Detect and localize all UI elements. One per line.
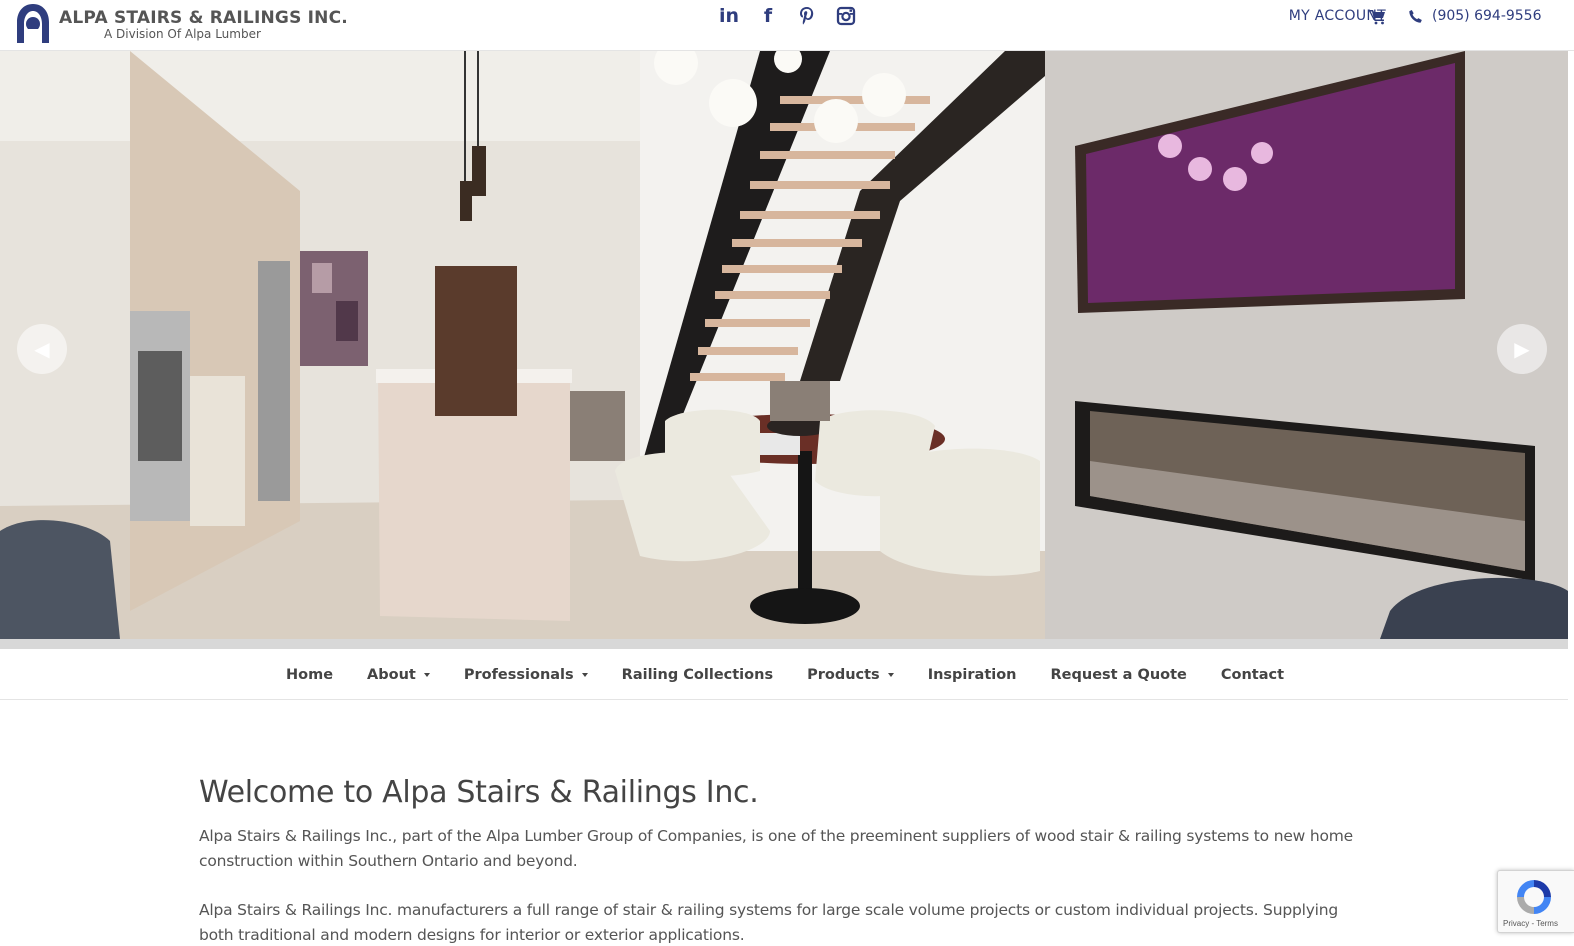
intro-paragraph: Alpa Stairs & Railings Inc., part of the… bbox=[199, 827, 1353, 870]
logo-mark-icon bbox=[17, 4, 49, 43]
phone-number[interactable]: (905) 694-9556 bbox=[1432, 8, 1542, 24]
recaptcha-terms: Privacy - Terms bbox=[1503, 919, 1558, 928]
nav-label: Professionals bbox=[463, 666, 574, 683]
facebook-icon[interactable]: f bbox=[757, 4, 779, 28]
brand-tagline: A Division Of Alpa Lumber bbox=[104, 27, 261, 41]
main-nav: Home About Professionals Railing Collect… bbox=[0, 649, 1568, 700]
page-title: Welcome to Alpa Stairs & Railings Inc. bbox=[199, 775, 759, 810]
instagram-icon[interactable] bbox=[835, 4, 857, 28]
linkedin-icon[interactable]: in bbox=[718, 4, 740, 28]
nav-label: Request a Quote bbox=[1050, 666, 1187, 683]
nav-item-railing-collections[interactable]: Railing Collections bbox=[622, 667, 773, 683]
nav-item-contact[interactable]: Contact bbox=[1221, 667, 1284, 683]
nav-label: About bbox=[367, 666, 416, 683]
nav-label: Inspiration bbox=[927, 666, 1017, 683]
recaptcha-icon bbox=[1517, 880, 1551, 914]
nav-label: Products bbox=[807, 666, 880, 683]
main-content: Welcome to Alpa Stairs & Railings Inc. A… bbox=[199, 775, 1369, 946]
slider-next-button[interactable]: ▶ bbox=[1497, 324, 1547, 374]
nav-item-professionals[interactable]: Professionals bbox=[464, 667, 588, 683]
site-logo[interactable]: ALPA STAIRS & RAILINGS INC. A Division O… bbox=[16, 2, 348, 46]
caret-down-icon bbox=[887, 672, 894, 677]
nav-item-about[interactable]: About bbox=[367, 667, 430, 683]
nav-item-inspiration[interactable]: Inspiration bbox=[928, 667, 1017, 683]
site-header: ALPA STAIRS & RAILINGS INC. A Division O… bbox=[0, 0, 1574, 51]
intro-paragraph: Alpa Stairs & Railings Inc. manufacturer… bbox=[199, 901, 1339, 944]
social-links: in f bbox=[718, 4, 857, 30]
phone-icon bbox=[1409, 10, 1422, 23]
pinterest-icon[interactable] bbox=[796, 4, 818, 28]
nav-label: Home bbox=[286, 666, 334, 683]
slider-prev-button[interactable]: ◀ bbox=[17, 324, 67, 374]
nav-item-request-quote[interactable]: Request a Quote bbox=[1051, 667, 1187, 683]
nav-label: Contact bbox=[1220, 666, 1285, 683]
hero-image bbox=[0, 51, 1568, 639]
nav-item-home[interactable]: Home bbox=[286, 667, 333, 683]
caret-down-icon bbox=[423, 672, 430, 677]
cart-icon[interactable] bbox=[1370, 9, 1386, 25]
nav-label: Railing Collections bbox=[621, 666, 774, 683]
hero-bottom-strip bbox=[0, 639, 1568, 649]
recaptcha-badge[interactable]: Privacy - Terms bbox=[1497, 870, 1574, 933]
caret-down-icon bbox=[581, 672, 588, 677]
hero-slider: ◀ ▶ bbox=[0, 51, 1568, 639]
brand-name: ALPA STAIRS & RAILINGS INC. bbox=[59, 8, 348, 28]
nav-item-products[interactable]: Products bbox=[807, 667, 894, 683]
